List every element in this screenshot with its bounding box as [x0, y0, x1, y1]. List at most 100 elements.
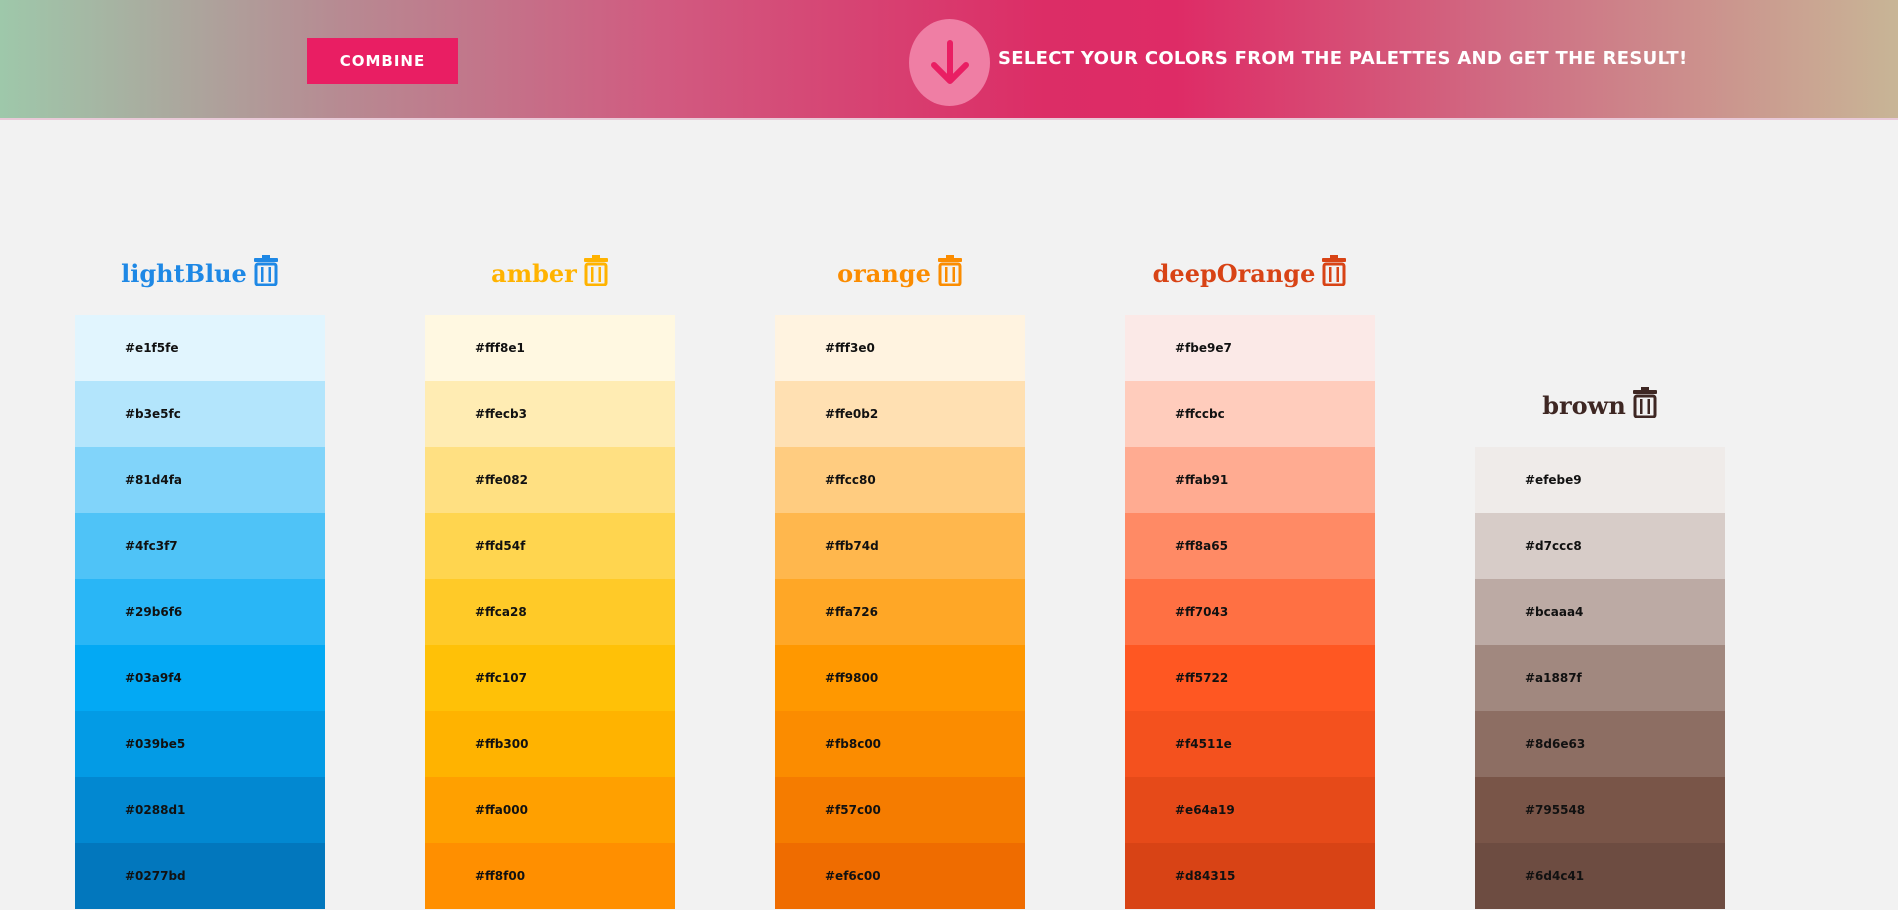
trash-icon[interactable] — [937, 254, 963, 292]
swatch-hex-label: #4fc3f7 — [125, 539, 178, 553]
color-swatch[interactable]: #ffb300 — [425, 711, 675, 777]
color-swatch[interactable]: #6d4c41 — [1475, 843, 1725, 909]
color-swatch[interactable]: #ffecb3 — [425, 381, 675, 447]
color-swatch[interactable]: #ff5722 — [1125, 645, 1375, 711]
swatch-hex-label: #bcaaa4 — [1525, 605, 1584, 619]
color-swatch[interactable]: #ffb74d — [775, 513, 1025, 579]
trash-icon[interactable] — [1321, 254, 1347, 292]
color-swatch[interactable]: #ffe082 — [425, 447, 675, 513]
color-swatch[interactable]: #d7ccc8 — [1475, 513, 1725, 579]
swatch-hex-label: #e64a19 — [1175, 803, 1235, 817]
color-swatch[interactable]: #8d6e63 — [1475, 711, 1725, 777]
swatch-hex-label: #e1f5fe — [125, 341, 179, 355]
combine-button[interactable]: COMBINE — [307, 38, 458, 84]
swatch-hex-label: #efebe9 — [1525, 473, 1582, 487]
swatch-hex-label: #ffab91 — [1175, 473, 1229, 487]
swatch-hex-label: #ffa000 — [475, 803, 528, 817]
color-swatch[interactable]: #fff8e1 — [425, 315, 675, 381]
palette-title: lightBlue — [75, 253, 325, 293]
trash-icon[interactable] — [1632, 386, 1658, 424]
palette-name: brown — [1542, 390, 1626, 420]
color-swatch[interactable]: #fff3e0 — [775, 315, 1025, 381]
color-swatch[interactable]: #ffa000 — [425, 777, 675, 843]
swatch-hex-label: #fff3e0 — [825, 341, 875, 355]
swatch-hex-label: #ffecb3 — [475, 407, 527, 421]
color-swatch[interactable]: #03a9f4 — [75, 645, 325, 711]
swatch-hex-label: #fff8e1 — [475, 341, 525, 355]
swatch-hex-label: #ef6c00 — [825, 869, 881, 883]
swatch-hex-label: #ff5722 — [1175, 671, 1229, 685]
color-swatch[interactable]: #d84315 — [1125, 843, 1375, 909]
color-swatch[interactable]: #795548 — [1475, 777, 1725, 843]
color-swatch[interactable]: #ffa726 — [775, 579, 1025, 645]
swatch-list: #fff3e0 #ffe0b2 #ffcc80 #ffb74d #ffa726 #ff98… — [775, 315, 1025, 909]
color-swatch[interactable]: #fbe9e7 — [1125, 315, 1375, 381]
swatch-list: #efebe9 #d7ccc8 #bcaaa4 #a1887f #8d6e63 #7955… — [1475, 447, 1725, 909]
header-bar: COMBINE SELECT YOUR COLORS FROM THE PALE… — [0, 0, 1898, 120]
swatch-hex-label: #f57c00 — [825, 803, 881, 817]
color-swatch[interactable]: #bcaaa4 — [1475, 579, 1725, 645]
trash-icon[interactable] — [583, 254, 609, 292]
color-swatch[interactable]: #a1887f — [1475, 645, 1725, 711]
palette-title: amber — [425, 253, 675, 293]
color-swatch[interactable]: #ffc107 — [425, 645, 675, 711]
swatch-hex-label: #ffe0b2 — [825, 407, 879, 421]
palette-name: orange — [837, 258, 931, 288]
color-swatch[interactable]: #ff7043 — [1125, 579, 1375, 645]
palette-title: brown — [1475, 385, 1725, 425]
swatch-hex-label: #ffe082 — [475, 473, 528, 487]
swatch-hex-label: #fbe9e7 — [1175, 341, 1232, 355]
swatch-list: #fff8e1 #ffecb3 #ffe082 #ffd54f #ffca28 #ffc1… — [425, 315, 675, 909]
palette-title: deepOrange — [1125, 253, 1375, 293]
color-swatch[interactable]: #e64a19 — [1125, 777, 1375, 843]
swatch-hex-label: #d84315 — [1175, 869, 1236, 883]
color-swatch[interactable]: #ff9800 — [775, 645, 1025, 711]
color-swatch[interactable]: #ffd54f — [425, 513, 675, 579]
swatch-hex-label: #039be5 — [125, 737, 186, 751]
swatch-hex-label: #03a9f4 — [125, 671, 182, 685]
color-swatch[interactable]: #0288d1 — [75, 777, 325, 843]
swatch-hex-label: #ff8a65 — [1175, 539, 1228, 553]
swatch-hex-label: #ffd54f — [475, 539, 526, 553]
color-swatch[interactable]: #0277bd — [75, 843, 325, 909]
swatch-hex-label: #f4511e — [1175, 737, 1232, 751]
trash-icon[interactable] — [253, 254, 279, 292]
palette-name: amber — [491, 258, 577, 288]
swatch-list: #fbe9e7 #ffccbc #ffab91 #ff8a65 #ff7043 #ff57… — [1125, 315, 1375, 909]
color-swatch[interactable]: #efebe9 — [1475, 447, 1725, 513]
swatch-hex-label: #b3e5fc — [125, 407, 181, 421]
swatch-hex-label: #ffc107 — [475, 671, 527, 685]
color-swatch[interactable]: #b3e5fc — [75, 381, 325, 447]
color-swatch[interactable]: #ffca28 — [425, 579, 675, 645]
color-swatch[interactable]: #fb8c00 — [775, 711, 1025, 777]
swatch-hex-label: #ffccbc — [1175, 407, 1225, 421]
color-swatch[interactable]: #ffcc80 — [775, 447, 1025, 513]
color-swatch[interactable]: #e1f5fe — [75, 315, 325, 381]
color-swatch[interactable]: #f57c00 — [775, 777, 1025, 843]
color-swatch[interactable]: #81d4fa — [75, 447, 325, 513]
swatch-hex-label: #ff8f00 — [475, 869, 526, 883]
color-swatch[interactable]: #ffe0b2 — [775, 381, 1025, 447]
palette-title: orange — [775, 253, 1025, 293]
color-swatch[interactable]: #ffab91 — [1125, 447, 1375, 513]
swatch-hex-label: #ffca28 — [475, 605, 527, 619]
swatch-hex-label: #81d4fa — [125, 473, 183, 487]
color-swatch[interactable]: #ff8a65 — [1125, 513, 1375, 579]
swatch-hex-label: #0277bd — [125, 869, 186, 883]
color-swatch[interactable]: #ffccbc — [1125, 381, 1375, 447]
color-swatch[interactable]: #f4511e — [1125, 711, 1375, 777]
color-swatch[interactable]: #ff8f00 — [425, 843, 675, 909]
swatch-hex-label: #ffb74d — [825, 539, 879, 553]
palette-name: deepOrange — [1152, 258, 1316, 288]
swatch-hex-label: #ff9800 — [825, 671, 879, 685]
palette-name: lightBlue — [121, 258, 247, 288]
color-swatch[interactable]: #4fc3f7 — [75, 513, 325, 579]
color-swatch[interactable]: #29b6f6 — [75, 579, 325, 645]
swatch-hex-label: #6d4c41 — [1525, 869, 1585, 883]
swatch-hex-label: #0288d1 — [125, 803, 186, 817]
color-swatch[interactable]: #039be5 — [75, 711, 325, 777]
swatch-hex-label: #795548 — [1525, 803, 1586, 817]
color-swatch[interactable]: #ef6c00 — [775, 843, 1025, 909]
swatch-hex-label: #ff7043 — [1175, 605, 1229, 619]
swatch-hex-label: #29b6f6 — [125, 605, 183, 619]
